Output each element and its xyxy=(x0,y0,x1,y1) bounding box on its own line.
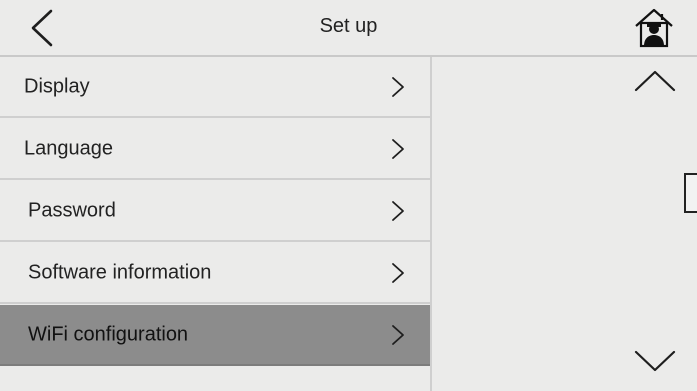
chevron-up-icon[interactable] xyxy=(633,69,677,93)
chevron-right-icon xyxy=(392,138,404,159)
menu-item-label: Language xyxy=(24,137,113,159)
detail-pane xyxy=(432,57,697,391)
scroll-handle[interactable] xyxy=(684,173,697,213)
menu-item-label: Display xyxy=(24,75,90,97)
chevron-right-icon xyxy=(392,200,404,221)
menu-item-display[interactable]: Display xyxy=(0,57,430,118)
chevron-right-icon xyxy=(392,324,404,345)
menu-item-label: WiFi configuration xyxy=(28,323,189,345)
settings-menu: Display Language Password Software infor… xyxy=(0,57,430,391)
chevron-down-icon[interactable] xyxy=(633,349,677,373)
menu-item-label: Password xyxy=(28,199,116,221)
page-title: Set up xyxy=(319,15,378,37)
menu-item-language[interactable]: Language xyxy=(0,119,430,180)
menu-item-password[interactable]: Password xyxy=(0,181,430,242)
home-button[interactable] xyxy=(632,6,676,50)
home-user-icon xyxy=(635,8,673,48)
menu-item-wifi-configuration[interactable]: WiFi configuration xyxy=(0,305,430,366)
chevron-right-icon xyxy=(392,76,404,97)
chevron-right-icon xyxy=(392,262,404,283)
menu-item-label: Software information xyxy=(28,261,212,283)
header-bar: Set up xyxy=(0,0,697,57)
menu-item-software-information[interactable]: Software information xyxy=(0,243,430,304)
